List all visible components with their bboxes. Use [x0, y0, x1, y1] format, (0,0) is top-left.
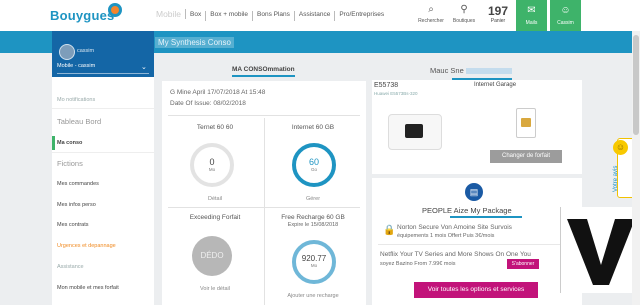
store-button[interactable]: ⚲ Boutiques [449, 4, 479, 24]
bouygues-logo[interactable]: Bouygues [50, 8, 114, 23]
device-model: Huawei E5573Bs-320 [374, 91, 418, 96]
nav-item-mobile[interactable]: Mobile [152, 9, 187, 19]
manage-link[interactable]: Gérer [266, 196, 360, 202]
scrollbar-thumb[interactable] [633, 35, 639, 135]
package-title: PEOPLE Aize My Package [422, 206, 512, 215]
sidebar-item-conso[interactable]: Ma conso [57, 140, 82, 146]
issue-date: Date Of Issue: 08/02/2018 [170, 100, 246, 107]
nav-item-box-mobile[interactable]: Box + mobile [206, 11, 254, 21]
divider [168, 207, 360, 208]
recharge-title: Free Recharge 60 GB [281, 214, 345, 221]
lock-icon: 🔒 [383, 225, 396, 236]
sidebar-section-dashboard[interactable]: Tableau Bord [57, 117, 101, 126]
package-underline [450, 216, 522, 218]
store-icon: ⚲ [460, 4, 468, 15]
divider [378, 244, 578, 245]
smiley-icon[interactable]: ☺ [613, 140, 628, 155]
divider [52, 152, 154, 153]
watermark-logo [560, 207, 640, 293]
user-icon: ☺ [560, 5, 571, 16]
sidebar-section-assistance[interactable]: Assistance [57, 264, 84, 270]
cart-icon: 197 [487, 4, 509, 18]
package-icon: ▤ [465, 183, 483, 201]
chevron-down-icon[interactable]: ⌄ [141, 63, 147, 71]
divider [264, 118, 265, 305]
sidebar-item-urgences[interactable]: Urgences et depannage [57, 243, 116, 249]
all-options-button[interactable]: Voir toutes les options et services [414, 282, 538, 298]
router-image [388, 114, 442, 150]
search-icon: ⌕ [428, 4, 434, 15]
divider [52, 108, 154, 109]
offer-netflix-detail: soyez Bazino From 7.99€ mois [380, 261, 456, 267]
update-date: G Mine April 17/07/2018 At 15:48 [170, 89, 266, 96]
internet-cell-title: Ternet 60 60 [196, 124, 234, 131]
sidebar-item-commandes[interactable]: Mes commandes [57, 181, 99, 187]
nav-item-box[interactable]: Box [186, 11, 207, 21]
user-name: cassim [77, 48, 95, 54]
search-button[interactable]: ⌕ Rechercher [416, 4, 446, 24]
nav-item-assistance[interactable]: Assistance [295, 11, 336, 21]
divider [168, 115, 360, 116]
tab-mauc[interactable]: Mauc Sne [430, 66, 512, 77]
exceeding-gauge: DÉDO [192, 236, 232, 276]
internet-garage-label: Internet Garage [474, 82, 517, 88]
feedback-label[interactable]: Votre avis [613, 166, 619, 192]
sidebar-item-infos-perso[interactable]: Mes infos perso [57, 202, 96, 208]
sidebar-item-notifications[interactable]: Mo notifications [57, 97, 95, 103]
main-nav: Mobile Box Box + mobile Bons Plans Assis… [152, 9, 388, 21]
active-indicator [52, 136, 55, 150]
change-plan-button[interactable]: Changer de forfait [490, 150, 562, 163]
sim-card-image [516, 108, 536, 138]
nav-item-bons-plans[interactable]: Bons Plans [253, 11, 295, 21]
recharge-gauge: 920.77 Mo [292, 240, 336, 284]
sidebar-section-factures[interactable]: Fictions [57, 159, 83, 168]
internet-60gb-gauge: 60 Go [292, 143, 336, 187]
nav-item-pro[interactable]: Pro/Entreprises [335, 11, 388, 21]
internet-gauge: 0 Mo [190, 143, 234, 187]
device-code: E55738 [374, 82, 399, 89]
recharge-expiry: Expire le 15/08/2018 [287, 222, 339, 228]
offer-norton-detail: équipements 1 mois Offert Puis 3€/mois [397, 233, 495, 239]
line-select[interactable]: Mobile - cassim [57, 63, 149, 74]
mail-icon: ✉ [527, 5, 536, 16]
sidebar-item-mobile-forfait[interactable]: Mon mobile et mes forfait [57, 285, 119, 291]
offer-netflix-title: Netflix Your TV Series and More Shows On… [380, 251, 531, 258]
redacted-text [465, 68, 512, 75]
avatar[interactable] [59, 44, 75, 60]
mails-button[interactable]: ✉ Mails [516, 0, 547, 31]
subscribe-button[interactable]: S'abonner [507, 259, 539, 269]
account-button[interactable]: ☺ Cassim [550, 0, 581, 31]
cart-button[interactable]: 197 Panier [483, 4, 513, 24]
page-title: My Synthesis Conso [155, 37, 234, 48]
detail-link[interactable]: Détail [168, 196, 262, 202]
add-recharge-link[interactable]: Ajouter une recharge [266, 293, 360, 299]
sidebar-item-contrats[interactable]: Mes contrats [57, 222, 88, 228]
view-detail-link[interactable]: Voir le détail [168, 286, 262, 292]
tab-conso[interactable]: MA CONSOmmation [232, 66, 295, 77]
exceeding-title: Exceeding Forfait [189, 214, 241, 221]
internet-60gb-title: Internet 60 GB [291, 124, 335, 131]
offer-norton-title: Norton Secure Von Amoine Site Survois [397, 224, 512, 231]
bouygues-logo-mark-icon [108, 3, 122, 17]
